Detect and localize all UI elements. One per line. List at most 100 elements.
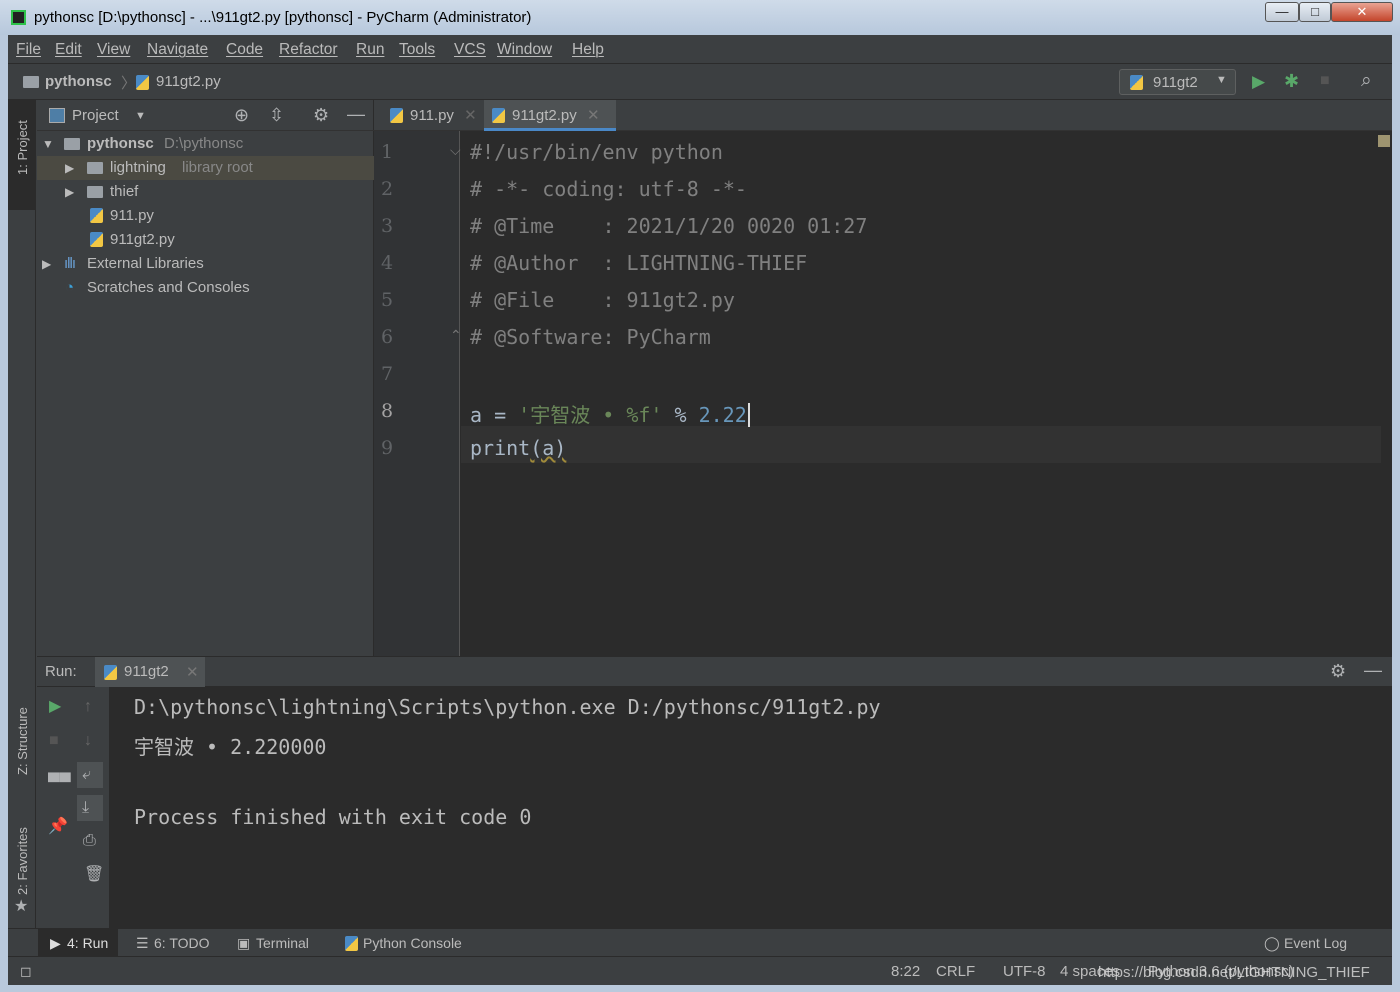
stop-icon[interactable]: ■	[49, 733, 59, 749]
run-toolbar: ▶ ■ ▀▀ 📌 ↑ ↓ ⤶ ⤓ ⎙ 🗑	[37, 687, 110, 928]
tool-tab-favorites[interactable]: 2: Favorites ★	[8, 820, 36, 920]
debug-icon[interactable]: ✱	[1284, 72, 1299, 90]
python-file-icon	[90, 208, 103, 223]
menu-help[interactable]: Help	[572, 41, 604, 59]
menu-view[interactable]: View	[97, 41, 130, 59]
tool-tab-python-console[interactable]: Python Console	[363, 935, 462, 951]
tool-tab-label: 4: Run	[67, 935, 109, 951]
locate-icon[interactable]: ⊕	[234, 106, 249, 124]
breadcrumb-file[interactable]: 911gt2.py	[156, 73, 221, 90]
menu-code[interactable]: Code	[226, 41, 263, 59]
tool-tab-project[interactable]: 1: Project	[8, 100, 36, 210]
chevron-down-icon[interactable]: ▼	[135, 110, 146, 122]
tool-tab-run[interactable]: ▶ 4: Run	[38, 929, 118, 956]
tree-item-911-py[interactable]: 911.py	[37, 204, 374, 228]
line-separator[interactable]: CRLF	[936, 963, 975, 980]
inspection-status-icon[interactable]	[1378, 135, 1390, 147]
up-arrow-icon[interactable]: ↑	[84, 699, 92, 715]
code-area[interactable]: #!/usr/bin/env python # -*- coding: utf-…	[460, 131, 1380, 656]
breadcrumb-separator: 〉	[121, 75, 137, 92]
breadcrumb-project[interactable]: pythonsc	[45, 73, 112, 90]
close-tab-icon[interactable]: ✕	[186, 663, 199, 681]
minimize-button[interactable]: —	[1265, 2, 1299, 22]
menu-tools[interactable]: Tools	[399, 41, 435, 59]
stop-icon[interactable]: ■	[1320, 73, 1330, 89]
hide-icon[interactable]: —	[1364, 661, 1382, 679]
close-tab-icon[interactable]: ✕	[464, 107, 477, 124]
menu-vcs[interactable]: VCS	[454, 41, 486, 59]
soft-wrap-icon[interactable]: ⤶	[77, 762, 103, 788]
hide-icon[interactable]: —	[347, 105, 365, 123]
editor-tabs: 911.py ✕ 911gt2.py ✕	[374, 100, 1392, 131]
pin-icon[interactable]: 📌	[48, 819, 68, 835]
run-console[interactable]: D:\pythonsc\lightning\Scripts\python.exe…	[110, 687, 1392, 928]
code-line: # @File : 911gt2.py	[470, 288, 735, 312]
caret-position[interactable]: 8:22	[891, 963, 920, 980]
tree-item-thief[interactable]: ▶ thief	[37, 180, 374, 204]
menu-navigate[interactable]: Navigate	[147, 41, 208, 59]
maximize-button[interactable]: □	[1299, 2, 1331, 22]
tree-item-scratches[interactable]: ◔ Scratches and Consoles	[37, 276, 374, 300]
run-tab-911gt2[interactable]: 911gt2 ✕	[95, 657, 205, 687]
collapse-all-icon[interactable]: ⇳	[269, 106, 284, 124]
python-file-icon	[390, 108, 403, 123]
project-view-select[interactable]: Project	[72, 107, 119, 124]
tool-tab-favorites-label: 2: Favorites	[15, 827, 30, 895]
gear-icon[interactable]: ⚙	[313, 106, 329, 124]
folder-icon	[64, 138, 80, 150]
tree-item-pythonsc[interactable]: ▼ pythonsc D:\pythonsc	[37, 132, 374, 156]
line-number: 4	[381, 252, 394, 274]
tree-label: 911gt2.py	[110, 231, 175, 248]
scroll-to-end-icon[interactable]: ⤓	[77, 795, 103, 821]
tool-tab-project-label: 1: Project	[15, 120, 30, 175]
todo-icon: ☰	[136, 935, 149, 951]
tree-hint: library root	[182, 159, 253, 176]
console-line: 宇智波 • 2.220000	[134, 735, 327, 759]
print-icon[interactable]: ⎙	[83, 833, 96, 849]
tree-label: lightning	[110, 159, 166, 176]
menu-window[interactable]: Window	[497, 41, 552, 59]
gear-icon[interactable]: ⚙	[1330, 662, 1346, 680]
run-config-select[interactable]: 911gt2 ▼	[1119, 69, 1236, 95]
menu-refactor[interactable]: Refactor	[279, 41, 338, 59]
left-tool-stripe: 1: Project Z: Structure 2: Favorites ★	[8, 100, 36, 930]
down-arrow-icon[interactable]: ↓	[84, 733, 92, 749]
code-line: #!/usr/bin/env python	[470, 140, 723, 164]
code-line: print(a)	[470, 436, 567, 460]
tool-tab-todo[interactable]: 6: TODO	[154, 935, 210, 951]
watermark: https://blog.csdn.net/LIGHTNING_THIEF	[1098, 964, 1370, 981]
trash-icon[interactable]: 🗑	[84, 867, 104, 883]
terminal-icon: ▣	[237, 935, 251, 951]
python-file-icon	[90, 232, 103, 247]
layout-icon[interactable]: ▀▀	[48, 775, 71, 791]
run-tab-label: 911gt2	[124, 663, 169, 680]
code-line: # @Software: PyCharm	[470, 325, 711, 349]
tree-label: pythonsc	[87, 135, 154, 152]
menu-run[interactable]: Run	[356, 41, 384, 59]
line-number: 6	[381, 326, 394, 348]
menu-edit[interactable]: Edit	[55, 41, 82, 59]
menu-file[interactable]: File	[16, 41, 41, 59]
close-button[interactable]: ✕	[1331, 2, 1393, 22]
run-config-label: 911gt2	[1153, 74, 1198, 91]
tree-item-lightning[interactable]: ▶ lightning library root	[37, 156, 374, 180]
tree-item-911gt2-py[interactable]: 911gt2.py	[37, 228, 374, 252]
tree-item-external-libraries[interactable]: ▶ ıllı External Libraries	[37, 252, 374, 276]
line-number: 9	[381, 437, 394, 459]
tab-911-py[interactable]: 911.py ✕	[382, 100, 482, 131]
tool-tab-structure[interactable]: Z: Structure	[8, 695, 36, 795]
line-number: 1	[381, 141, 394, 163]
tool-tab-terminal[interactable]: Terminal	[256, 935, 309, 951]
tab-label: 911.py	[410, 107, 454, 124]
file-encoding[interactable]: UTF-8	[1003, 963, 1046, 980]
code-line: a = '宇智波 • %f' % 2.22	[470, 399, 750, 428]
close-tab-icon[interactable]: ✕	[587, 107, 600, 124]
search-icon[interactable]: ⌕	[1361, 71, 1372, 90]
project-view-icon	[49, 108, 65, 123]
toggle-tool-windows-icon[interactable]: ◻	[20, 963, 32, 980]
tool-tab-structure-label: Z: Structure	[15, 707, 30, 775]
event-log-button[interactable]: Event Log	[1284, 935, 1347, 951]
run-icon[interactable]: ▶	[1252, 73, 1265, 90]
tab-911gt2-py[interactable]: 911gt2.py ✕	[484, 100, 616, 131]
rerun-icon[interactable]: ▶	[49, 699, 61, 715]
